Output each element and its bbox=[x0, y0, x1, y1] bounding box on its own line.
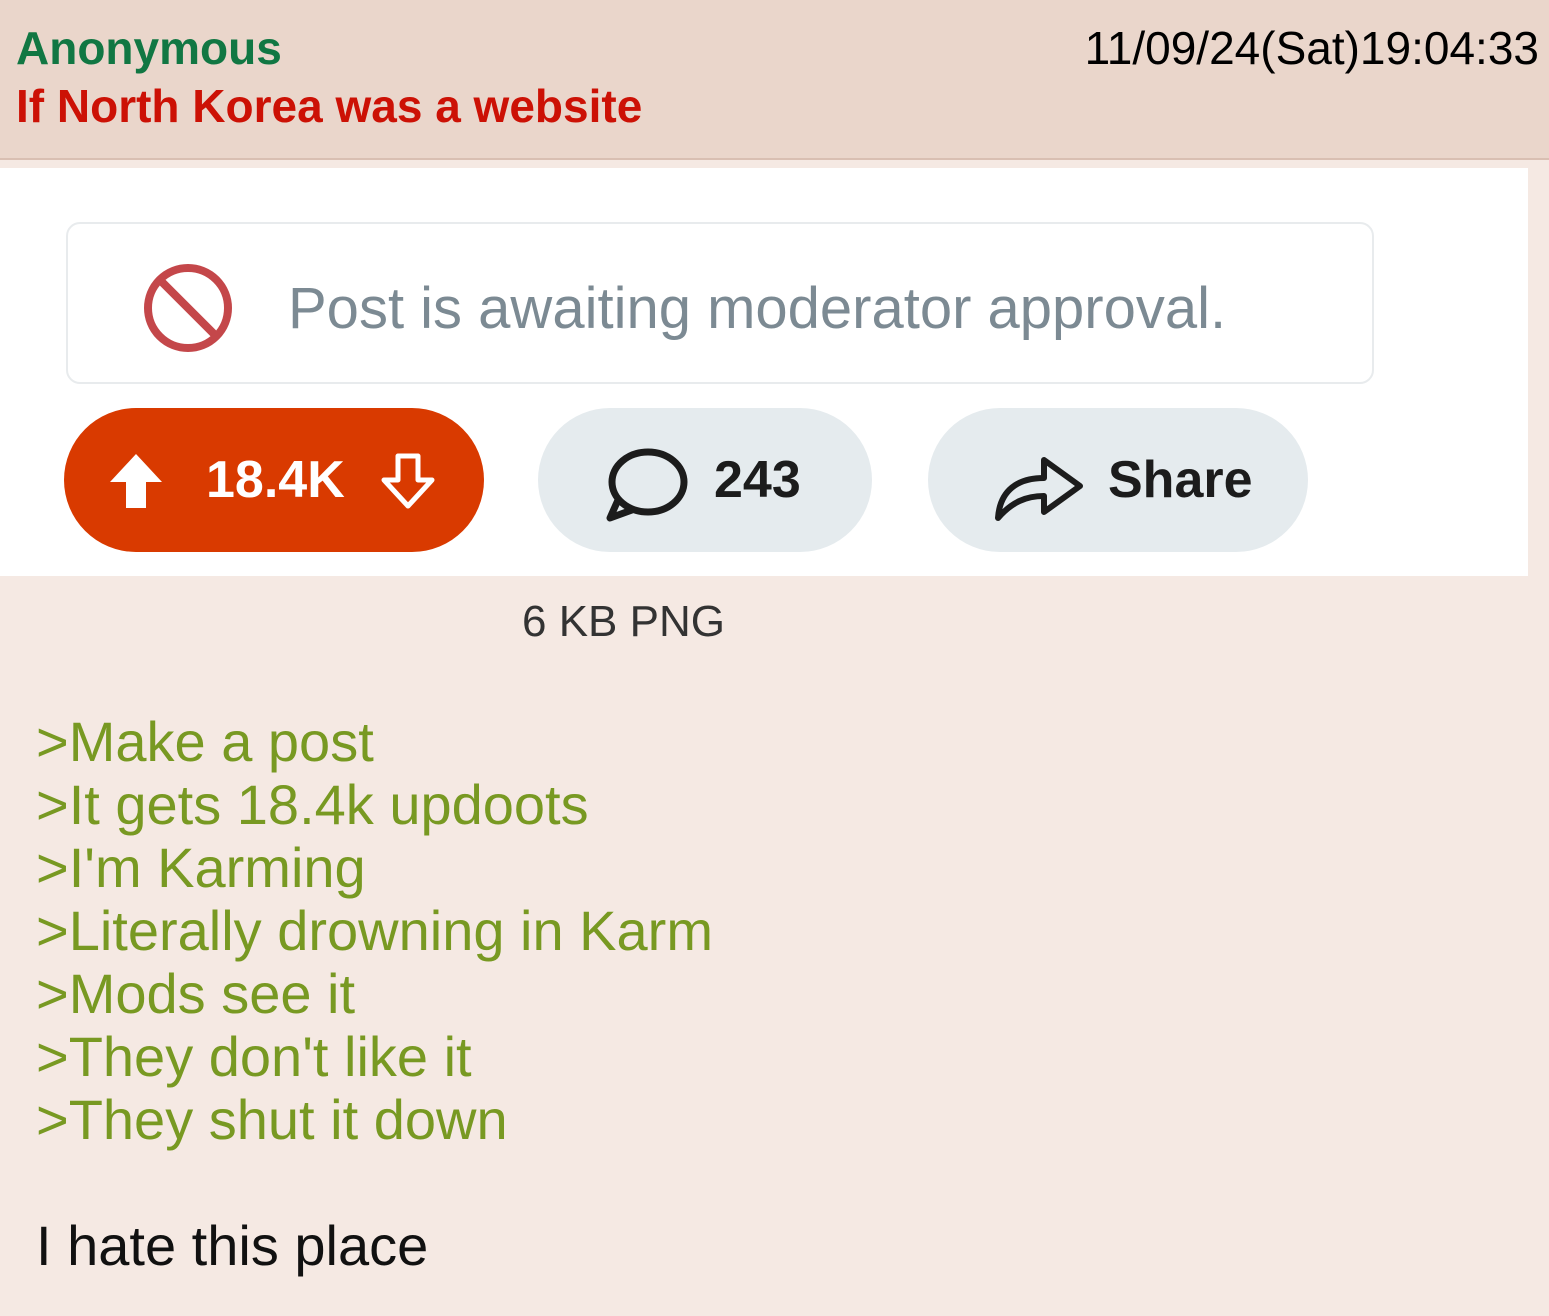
downvote-arrow-icon[interactable] bbox=[380, 452, 436, 510]
poster-name[interactable]: Anonymous bbox=[16, 20, 282, 76]
greentext-line: >Mods see it bbox=[36, 962, 356, 1025]
greentext-line: >I'm Karming bbox=[36, 836, 366, 899]
upvote-arrow-icon[interactable] bbox=[108, 452, 164, 510]
vote-count: 18.4K bbox=[206, 451, 345, 509]
prohibited-icon bbox=[144, 264, 232, 352]
post-datetime: 11/09/24(Sat)19:04:33 bbox=[1084, 22, 1539, 74]
greentext-line: >It gets 18.4k updoots bbox=[36, 773, 589, 836]
vote-pill: 18.4K bbox=[64, 408, 484, 552]
share-arrow-icon bbox=[995, 457, 1083, 521]
comment-bubble-icon bbox=[606, 448, 688, 522]
comment-count: 243 bbox=[714, 451, 801, 509]
notice-text: Post is awaiting moderator approval. bbox=[288, 276, 1227, 341]
greentext-line: >They don't like it bbox=[36, 1025, 472, 1088]
post-subject: If North Korea was a website bbox=[16, 80, 643, 132]
greentext-line: >Make a post bbox=[36, 710, 374, 773]
greentext-line: >They shut it down bbox=[36, 1088, 508, 1151]
embedded-screenshot[interactable]: Post is awaiting moderator approval. 18.… bbox=[0, 168, 1528, 576]
file-info[interactable]: 6 KB PNG bbox=[522, 596, 725, 648]
post-header: Anonymous If North Korea was a website 1… bbox=[0, 0, 1549, 160]
greentext-line: >Literally drowning in Karm bbox=[36, 899, 713, 962]
share-label: Share bbox=[1108, 451, 1253, 509]
moderation-notice: Post is awaiting moderator approval. bbox=[66, 222, 1374, 384]
comment-button[interactable]: 243 bbox=[538, 408, 872, 552]
share-button[interactable]: Share bbox=[928, 408, 1308, 552]
closing-line: I hate this place bbox=[36, 1214, 429, 1277]
